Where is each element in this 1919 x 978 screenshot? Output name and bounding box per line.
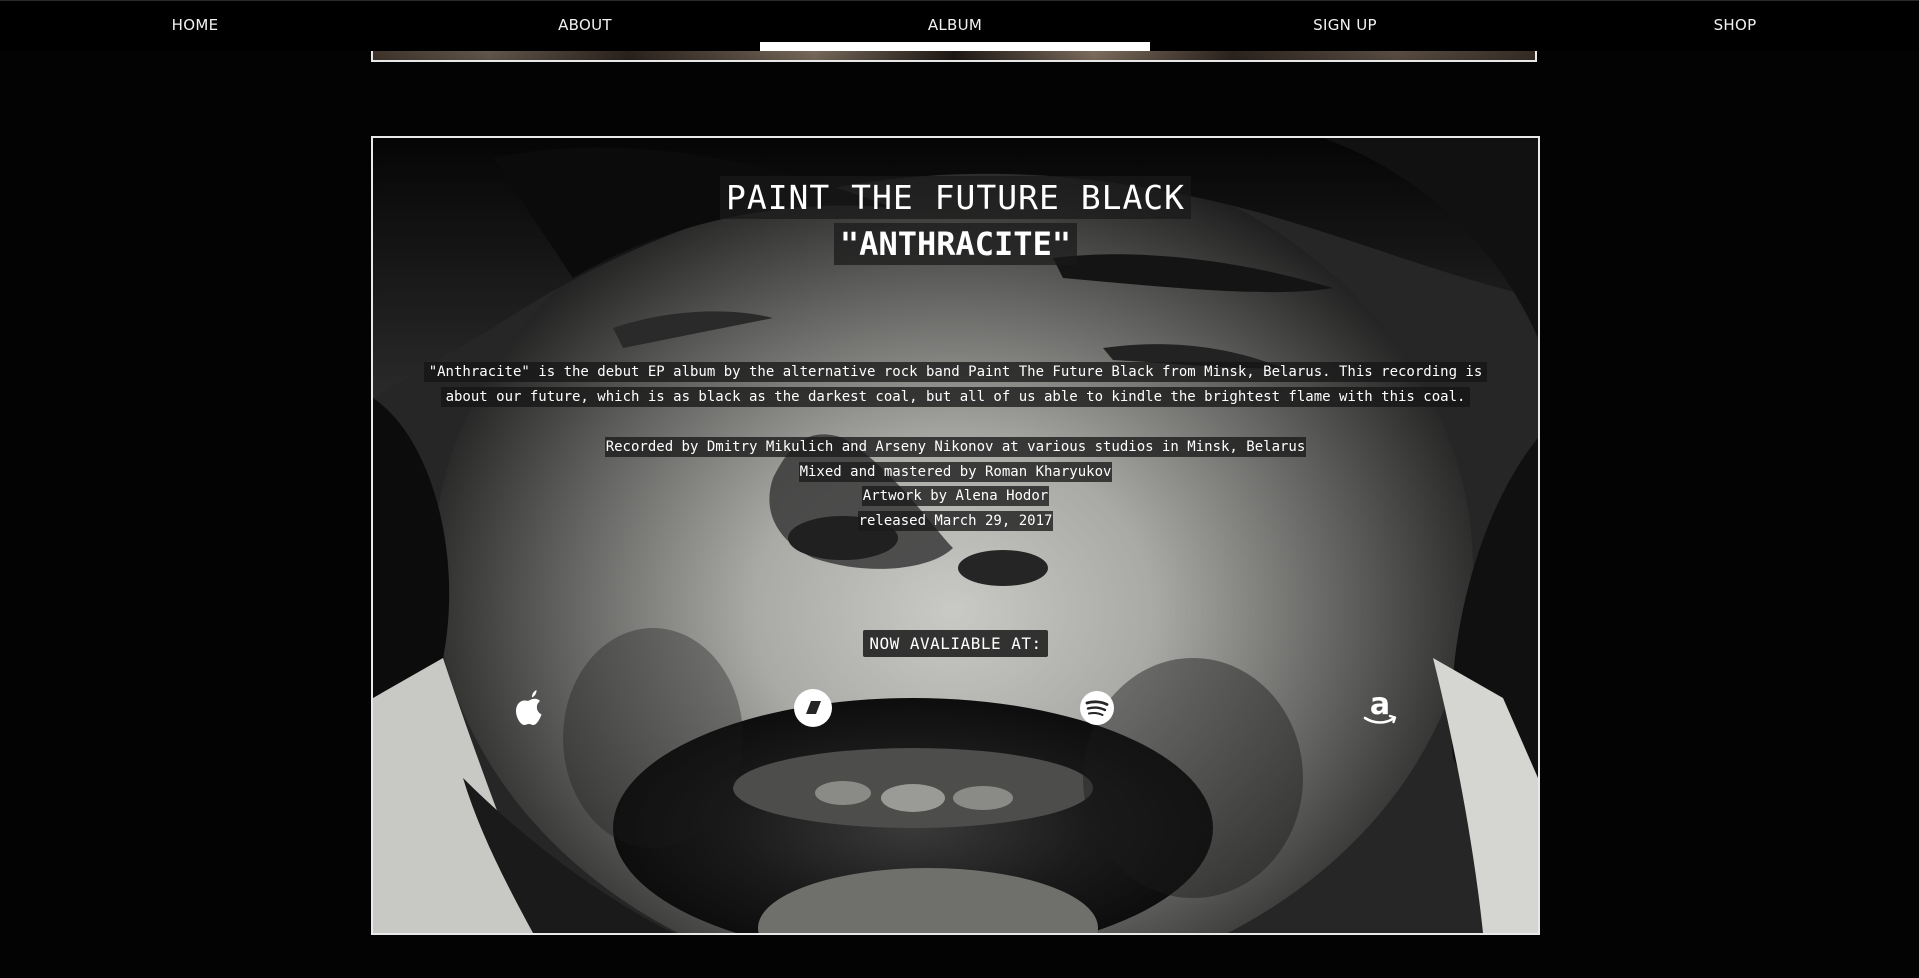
album-title-block: PAINT THE FUTURE BLACK "ANTHRACITE"	[373, 176, 1538, 265]
amazon-link[interactable]: a	[1358, 686, 1402, 730]
album-description-text: "Anthracite" is the debut EP album by th…	[423, 362, 1488, 407]
amazon-icon: a	[1363, 687, 1397, 724]
apple-music-link[interactable]	[508, 686, 552, 730]
nav-home[interactable]: HOME	[0, 1, 390, 51]
nav-shop[interactable]: SHOP	[1540, 1, 1919, 51]
credit-artwork: Artwork by Alena Hodor	[861, 486, 1050, 506]
nav-home-label: HOME	[171, 16, 219, 34]
apple-icon	[516, 690, 542, 725]
store-links: a	[373, 686, 1538, 736]
credit-released: released March 29, 2017	[857, 510, 1054, 531]
album-title: "ANTHRACITE"	[833, 223, 1078, 265]
nav-about[interactable]: ABOUT	[390, 1, 780, 51]
page: HOME ABOUT ALBUM SIGN UP SHOP PAINT THE …	[0, 0, 1919, 978]
album-card: PAINT THE FUTURE BLACK "ANTHRACITE" "Ant…	[371, 136, 1540, 935]
spotify-icon	[1080, 691, 1114, 725]
band-name: PAINT THE FUTURE BLACK	[719, 176, 1192, 219]
album-description: "Anthracite" is the debut EP album by th…	[413, 360, 1498, 410]
credit-recorded: Recorded by Dmitry Mikulich and Arseny N…	[604, 437, 1307, 457]
availability-heading: NOW AVALIABLE AT:	[373, 630, 1538, 657]
svg-text:a: a	[1370, 687, 1390, 722]
nav-shop-label: SHOP	[1713, 16, 1757, 34]
nav-sign-up-label: SIGN UP	[1313, 16, 1377, 34]
main-nav: HOME ABOUT ALBUM SIGN UP SHOP	[0, 0, 1919, 51]
deezer-link[interactable]	[791, 686, 835, 730]
nav-about-label: ABOUT	[558, 16, 612, 34]
nav-sign-up[interactable]: SIGN UP	[1150, 1, 1540, 51]
nav-album-label: ALBUM	[927, 16, 983, 34]
nav-active-indicator	[760, 42, 1150, 51]
nav-album[interactable]: ALBUM	[760, 1, 1150, 51]
deezer-icon	[794, 689, 832, 727]
spotify-link[interactable]	[1075, 686, 1119, 730]
credit-mixed: Mixed and mastered by Roman Kharyukov	[798, 461, 1113, 482]
album-credits: Recorded by Dmitry Mikulich and Arseny N…	[373, 435, 1538, 533]
availability-heading-text: NOW AVALIABLE AT:	[863, 630, 1048, 657]
